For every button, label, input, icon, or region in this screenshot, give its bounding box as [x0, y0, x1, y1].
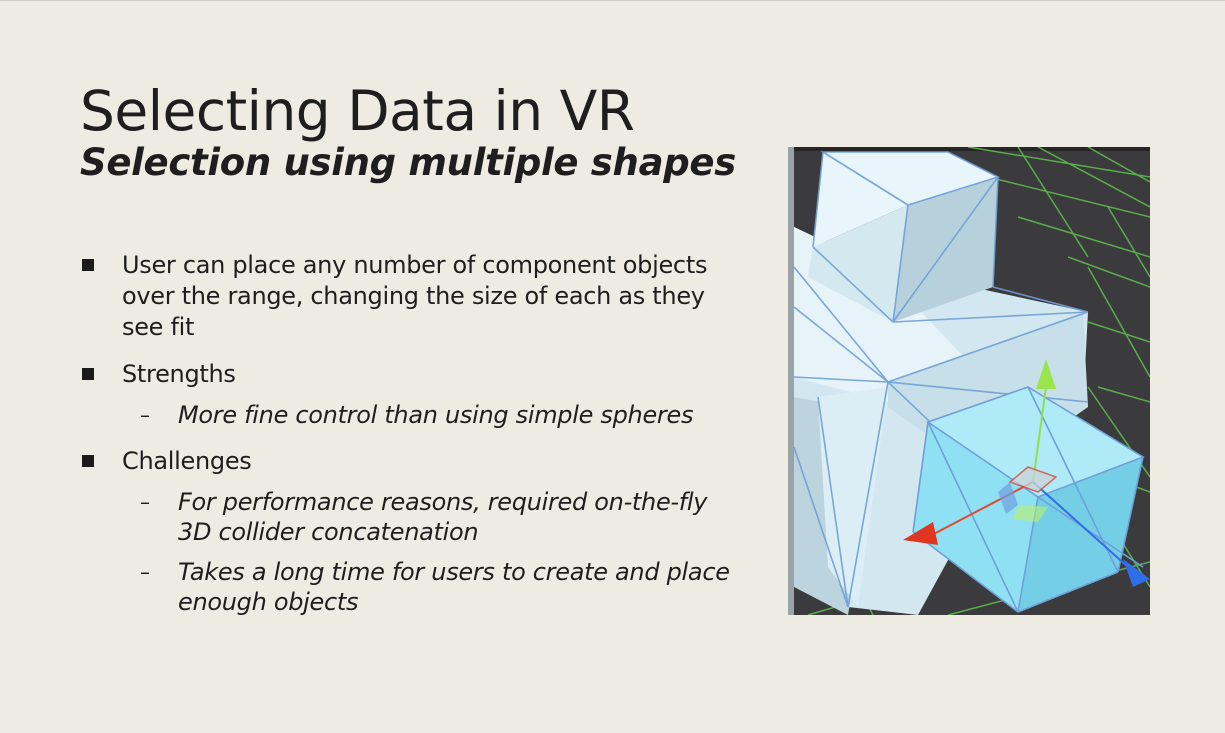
square-bullet-icon	[82, 259, 94, 271]
slide-subtitle: Selection using multiple shapes	[80, 141, 736, 184]
sub-bullet-text: For performance reasons, required on-the…	[178, 488, 708, 546]
bullet-text: Strengths	[122, 360, 236, 388]
sub-bullet-text: Takes a long time for users to create an…	[178, 558, 730, 616]
vr-collider-boxes-image	[788, 147, 1150, 615]
slide-title: Selecting Data in VR	[80, 79, 635, 143]
bullet-text: User can place any number of component o…	[122, 251, 708, 341]
bullet-list: User can place any number of component o…	[80, 250, 730, 633]
sub-bullet-item: – More fine control than using simple sp…	[80, 400, 730, 430]
bullet-item: Challenges	[80, 446, 730, 477]
dash-bullet-icon: –	[140, 560, 150, 584]
top-border	[0, 0, 1225, 1]
bullet-text: Challenges	[122, 447, 252, 475]
bullet-item: User can place any number of component o…	[80, 250, 730, 343]
sub-bullet-text: More fine control than using simple sphe…	[178, 401, 694, 429]
sub-bullet-item: – Takes a long time for users to create …	[80, 557, 730, 617]
square-bullet-icon	[82, 455, 94, 467]
square-bullet-icon	[82, 368, 94, 380]
bullet-item: Strengths	[80, 359, 730, 390]
dash-bullet-icon: –	[140, 490, 150, 514]
sub-bullet-item: – For performance reasons, required on-t…	[80, 487, 730, 547]
dash-bullet-icon: –	[140, 403, 150, 427]
